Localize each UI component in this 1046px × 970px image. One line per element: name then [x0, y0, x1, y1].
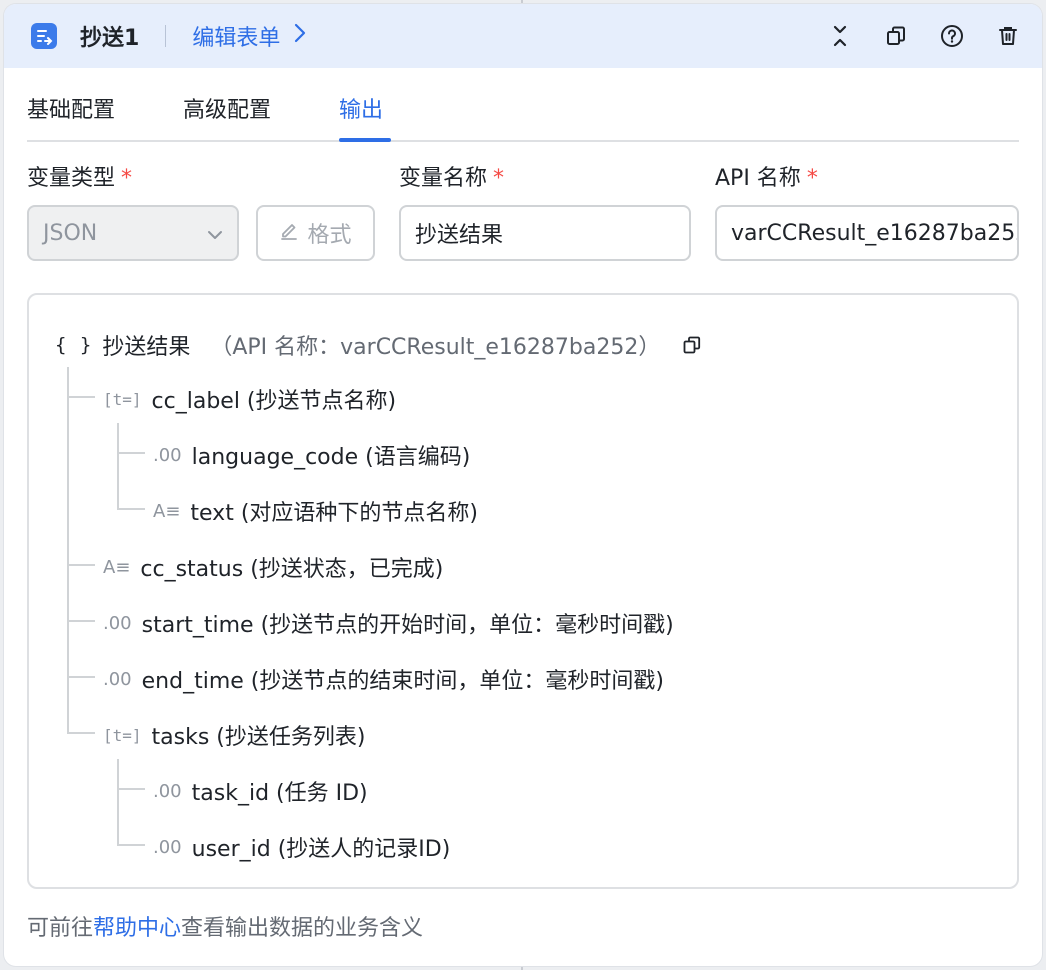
tab-advanced-config[interactable]: 高级配置 — [183, 92, 271, 124]
help-icon — [941, 25, 963, 47]
tree-node: A≡ cc_status (抄送状态，已完成) — [103, 551, 443, 583]
tree-node: .00 start_time (抄送节点的开始时间，单位：毫秒时间戳) — [103, 607, 674, 639]
node-title[interactable]: 抄送1 — [80, 20, 139, 52]
tree-node: .00 language_code (语言编码) — [153, 439, 470, 471]
var-type-select[interactable]: JSON — [27, 205, 239, 261]
number-type-icon: .00 — [103, 612, 132, 634]
tree-node-label: start_time (抄送节点的开始时间，单位：毫秒时间戳) — [141, 613, 674, 638]
tree-connector — [67, 676, 95, 678]
tree-connector — [117, 844, 145, 846]
edit-form-label: 编辑表单 — [192, 26, 281, 51]
format-button[interactable]: 格式 — [256, 205, 375, 261]
tree-node: A≡ text (对应语种下的节点名称) — [153, 495, 478, 527]
tab-output[interactable]: 输出 — [339, 92, 383, 124]
help-hint-suffix: 查看输出数据的业务含义 — [181, 916, 424, 941]
tree-connector — [117, 423, 119, 509]
tree-node-label: tasks (抄送任务列表) — [151, 725, 366, 750]
root-api-name: （API 名称：varCCResult_e16287ba252） — [210, 335, 661, 360]
number-type-icon: .00 — [103, 668, 132, 690]
required-mark: * — [493, 166, 505, 191]
edit-form-link[interactable]: 编辑表单 — [192, 20, 306, 52]
list-type-icon: [t=] — [103, 389, 142, 409]
text-type-icon: A≡ — [103, 556, 131, 578]
delete-button[interactable] — [990, 18, 1026, 54]
copy-icon — [887, 26, 905, 45]
var-type-label: 变量类型 * — [27, 160, 132, 192]
panel-header: 抄送1 编辑表单 — [4, 4, 1042, 68]
list-type-icon: [t=] — [103, 725, 142, 745]
number-type-icon: .00 — [153, 836, 182, 858]
active-tab-indicator — [339, 138, 391, 142]
tree-node-label: end_time (抄送节点的结束时间，单位：毫秒时间戳) — [141, 669, 664, 694]
chevron-right-icon — [294, 23, 306, 49]
var-name-label: 变量名称 * — [399, 160, 504, 192]
collapse-icon — [833, 25, 847, 47]
tree-node: .00 user_id (抄送人的记录ID) — [153, 831, 450, 863]
collapse-button[interactable] — [822, 18, 858, 54]
api-name-label-text: API 名称 — [715, 166, 801, 191]
delete-icon — [999, 27, 1017, 45]
tree-node-label: text (对应语种下的节点名称) — [190, 501, 478, 526]
var-type-value: JSON — [43, 220, 98, 246]
header-divider — [165, 25, 167, 47]
config-tabs: 基础配置 高级配置 输出 — [27, 68, 1019, 142]
node-config-panel: 抄送1 编辑表单 基础配置 高级配置 输出 变量类型 * 变量名称 * API … — [4, 4, 1042, 966]
tree-node-label: cc_label (抄送节点名称) — [151, 389, 397, 414]
help-center-link[interactable]: 帮助中心 — [93, 916, 181, 941]
var-name-input[interactable]: 抄送结果 — [399, 205, 691, 261]
tab-basic-config[interactable]: 基础配置 — [27, 92, 115, 124]
var-type-label-text: 变量类型 — [27, 166, 116, 191]
copy-api-name-icon[interactable] — [682, 335, 702, 355]
edit-icon — [279, 220, 299, 246]
root-name: 抄送结果 — [102, 335, 191, 360]
tree-connector — [117, 508, 145, 510]
chevron-down-icon — [207, 221, 223, 246]
tree-node-label: task_id (任务 ID) — [191, 781, 368, 806]
api-name-label: API 名称 * — [715, 160, 818, 192]
tree-node: [t=] tasks (抄送任务列表) — [103, 719, 365, 751]
required-mark: * — [806, 166, 818, 191]
form-icon — [31, 23, 57, 49]
tree-node: .00 task_id (任务 ID) — [153, 775, 368, 807]
object-type-icon: { } — [55, 334, 93, 356]
tree-connector — [67, 732, 95, 734]
output-structure-tree: { } 抄送结果 （API 名称：varCCResult_e16287ba252… — [27, 293, 1019, 889]
text-type-icon: A≡ — [153, 500, 181, 522]
var-name-label-text: 变量名称 — [399, 166, 488, 191]
header-actions — [822, 18, 1026, 54]
tree-root: { } 抄送结果 （API 名称：varCCResult_e16287ba252… — [55, 329, 702, 361]
tree-connector — [117, 788, 145, 790]
tree-connector — [67, 396, 95, 398]
required-mark: * — [121, 166, 133, 191]
tree-node-label: language_code (语言编码) — [191, 445, 471, 470]
tree-connector — [67, 564, 95, 566]
format-button-label: 格式 — [307, 223, 352, 248]
help-hint: 可前往帮助中心查看输出数据的业务含义 — [27, 910, 423, 942]
tree-connector — [67, 367, 69, 733]
tree-connector — [117, 759, 119, 845]
tree-node-label: cc_status (抄送状态，已完成) — [140, 557, 444, 582]
tree-connector — [117, 452, 145, 454]
number-type-icon: .00 — [153, 780, 182, 802]
number-type-icon: .00 — [153, 444, 182, 466]
tree-node: .00 end_time (抄送节点的结束时间，单位：毫秒时间戳) — [103, 663, 664, 695]
tree-node-label: user_id (抄送人的记录ID) — [191, 837, 451, 862]
duplicate-button[interactable] — [878, 18, 914, 54]
tree-connector — [67, 620, 95, 622]
help-hint-prefix: 可前往 — [27, 916, 94, 941]
help-button[interactable] — [934, 18, 970, 54]
api-name-input[interactable]: varCCResult_e16287ba252 — [715, 205, 1019, 261]
tree-node: [t=] cc_label (抄送节点名称) — [103, 383, 396, 415]
